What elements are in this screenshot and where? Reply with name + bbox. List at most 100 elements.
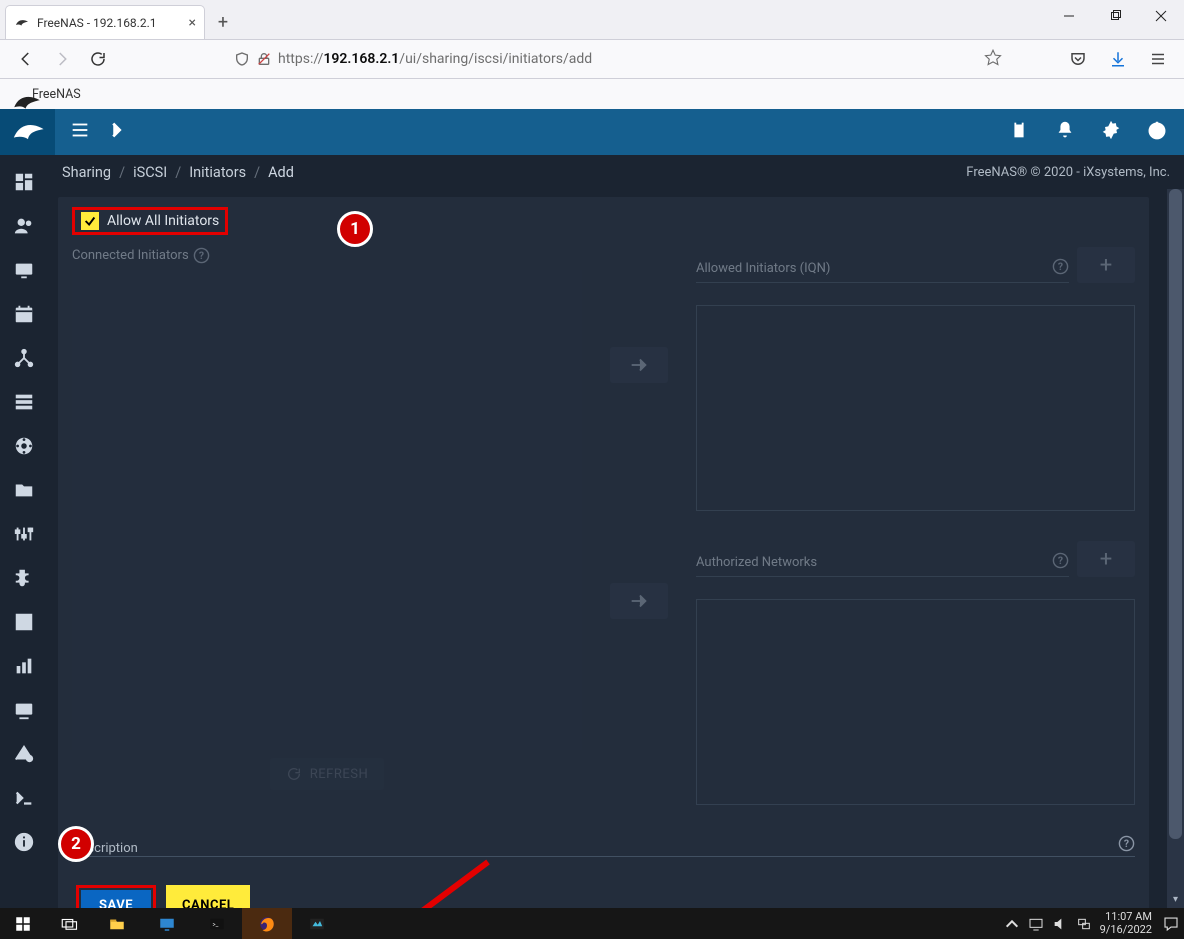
tray-volume-icon[interactable] bbox=[1052, 915, 1068, 933]
nav-forward-button[interactable] bbox=[46, 43, 78, 75]
start-button[interactable] bbox=[0, 908, 46, 939]
settings-gear-icon[interactable] bbox=[1100, 119, 1122, 145]
form-panel: Allow All Initiators 1 Connected Initiat… bbox=[58, 197, 1149, 908]
bookmark-item[interactable]: FreeNAS bbox=[32, 87, 81, 102]
downloads-icon[interactable] bbox=[1102, 43, 1134, 75]
rail-tasks-icon[interactable] bbox=[0, 297, 48, 331]
app-logo-shark-icon[interactable] bbox=[0, 109, 55, 155]
sidebar-rail bbox=[0, 155, 48, 908]
rail-storage-icon[interactable] bbox=[0, 385, 48, 419]
refresh-button[interactable]: REFRESH bbox=[270, 758, 384, 790]
window-close-button[interactable] bbox=[1138, 0, 1184, 32]
bookmarks-bar: FreeNAS bbox=[0, 79, 1184, 109]
window-minimize-button[interactable] bbox=[1046, 0, 1092, 32]
tab-title: FreeNAS - 192.168.2.1 bbox=[37, 16, 157, 30]
content-area: Allow All Initiators 1 Connected Initiat… bbox=[48, 189, 1167, 908]
annotation-marker-2: 2 bbox=[58, 826, 94, 862]
rail-directory-icon[interactable] bbox=[0, 429, 48, 463]
allowed-initiators-field[interactable]: Allowed Initiators (IQN) ? bbox=[696, 255, 1069, 283]
rail-dashboard-icon[interactable] bbox=[0, 165, 48, 199]
app-menu-icon[interactable] bbox=[1142, 43, 1174, 75]
rail-shell-icon[interactable] bbox=[0, 781, 48, 815]
authorized-networks-field[interactable]: Authorized Networks ? bbox=[696, 549, 1069, 577]
taskbar-firefox-icon[interactable] bbox=[242, 908, 292, 939]
rail-sharing-icon[interactable] bbox=[0, 473, 48, 507]
connected-initiators-label: Connected Initiators ? bbox=[72, 247, 582, 264]
rail-info-icon[interactable] bbox=[0, 825, 48, 859]
tab-close-icon[interactable]: × bbox=[189, 16, 196, 30]
url-bar[interactable]: https://192.168.2.1/ui/sharing/iscsi/ini… bbox=[228, 43, 1008, 75]
crumb-initiators[interactable]: Initiators bbox=[189, 164, 246, 181]
tray-chevron-up-icon[interactable] bbox=[1004, 915, 1020, 933]
taskbar-explorer-icon[interactable] bbox=[92, 908, 142, 939]
app-topbar bbox=[0, 109, 1184, 155]
save-button[interactable]: SAVE bbox=[81, 890, 151, 908]
breadcrumb-chevron-icon bbox=[105, 119, 127, 145]
rail-jails-icon[interactable] bbox=[0, 605, 48, 639]
taskbar-app-icon[interactable] bbox=[292, 908, 342, 939]
copyright-text: FreeNAS® © 2020 - iXsystems, Inc. bbox=[966, 165, 1170, 180]
window-controls bbox=[1046, 0, 1184, 32]
allowed-initiators-list[interactable] bbox=[696, 305, 1135, 511]
help-icon[interactable]: ? bbox=[193, 247, 210, 264]
help-icon[interactable]: ? bbox=[1052, 258, 1069, 275]
rail-vm-icon[interactable] bbox=[0, 693, 48, 727]
rail-reporting-icon[interactable] bbox=[0, 649, 48, 683]
cancel-button[interactable]: CANCEL bbox=[166, 885, 250, 908]
move-right-button-2[interactable] bbox=[610, 583, 668, 619]
browser-tab[interactable]: FreeNAS - 192.168.2.1 × bbox=[5, 5, 205, 39]
window-restore-button[interactable] bbox=[1092, 0, 1138, 32]
task-view-button[interactable] bbox=[46, 908, 92, 939]
crumb-iscsi[interactable]: iSCSI bbox=[133, 164, 167, 181]
authorized-networks-list[interactable] bbox=[696, 599, 1135, 805]
nav-reload-button[interactable] bbox=[82, 43, 114, 75]
bookmark-favicon-shark-icon bbox=[10, 86, 26, 102]
crumb-add: Add bbox=[268, 164, 294, 181]
rail-accounts-icon[interactable] bbox=[0, 209, 48, 243]
tab-favicon-shark-icon bbox=[14, 15, 30, 31]
connected-initiators-list[interactable] bbox=[72, 270, 582, 750]
add-allowed-initiator-button[interactable]: + bbox=[1077, 247, 1135, 283]
rail-system-icon[interactable] bbox=[0, 253, 48, 287]
move-right-button-1[interactable] bbox=[610, 347, 668, 383]
allow-all-label: Allow All Initiators bbox=[107, 213, 219, 229]
tray-network-icon[interactable] bbox=[1076, 915, 1092, 933]
save-highlight-box: SAVE bbox=[76, 885, 156, 908]
vertical-scrollbar[interactable]: ▾ bbox=[1167, 189, 1184, 908]
clipboard-icon[interactable] bbox=[1008, 119, 1030, 145]
description-label: Description ? bbox=[72, 831, 1135, 857]
taskbar-remote-desktop-icon[interactable] bbox=[142, 908, 192, 939]
help-icon[interactable]: ? bbox=[1118, 835, 1135, 852]
help-icon[interactable]: ? bbox=[1052, 552, 1069, 569]
browser-toolbar: https://192.168.2.1/ui/sharing/iscsi/ini… bbox=[0, 39, 1184, 79]
annotation-marker-1: 1 bbox=[337, 211, 373, 247]
browser-window: FreeNAS - 192.168.2.1 × + bbox=[0, 0, 1184, 908]
taskbar-terminal-icon[interactable]: >_ bbox=[192, 908, 242, 939]
power-icon[interactable] bbox=[1146, 119, 1168, 145]
nav-back-button[interactable] bbox=[10, 43, 42, 75]
shield-icon bbox=[234, 51, 250, 67]
scrollbar-arrow-down-icon[interactable]: ▾ bbox=[1167, 891, 1184, 908]
sidebar-toggle-button[interactable] bbox=[69, 119, 91, 145]
bookmark-star-icon[interactable] bbox=[984, 48, 1002, 70]
browser-titlebar: FreeNAS - 192.168.2.1 × + bbox=[0, 0, 1184, 39]
rail-network-icon[interactable] bbox=[0, 341, 48, 375]
new-tab-button[interactable]: + bbox=[209, 8, 237, 36]
scrollbar-thumb[interactable] bbox=[1169, 189, 1182, 839]
rail-plugins-icon[interactable] bbox=[0, 561, 48, 595]
add-authorized-network-button[interactable]: + bbox=[1077, 541, 1135, 577]
pocket-icon[interactable] bbox=[1062, 43, 1094, 75]
svg-text:>_: >_ bbox=[213, 921, 219, 928]
taskbar-clock[interactable]: 11:07 AM 9/16/2022 bbox=[1100, 911, 1152, 936]
svg-text:?: ? bbox=[1124, 837, 1129, 850]
tray-notifications-icon[interactable] bbox=[1160, 915, 1182, 933]
windows-taskbar: >_ 11:07 AM 9/16/2022 bbox=[0, 908, 1184, 939]
svg-text:?: ? bbox=[1058, 554, 1063, 567]
crumb-sharing[interactable]: Sharing bbox=[62, 164, 111, 181]
tray-display-icon[interactable] bbox=[1028, 915, 1044, 933]
bell-icon[interactable] bbox=[1054, 119, 1076, 145]
rail-services-icon[interactable] bbox=[0, 517, 48, 551]
allow-all-checkbox[interactable] bbox=[81, 212, 99, 230]
rail-display-icon[interactable] bbox=[0, 737, 48, 771]
app-page: Sharing/ iSCSI/ Initiators/ Add FreeNAS®… bbox=[0, 109, 1184, 908]
